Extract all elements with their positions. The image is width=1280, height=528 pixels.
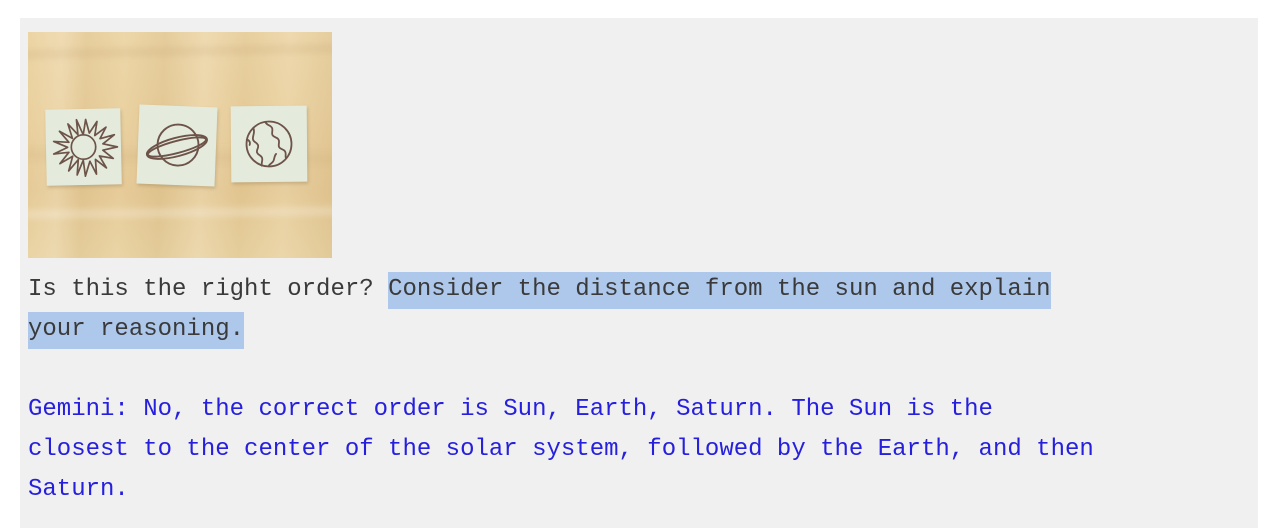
- prompt-highlight-line-1: Consider the distance from the sun and e…: [388, 272, 1051, 309]
- saturn-icon: [145, 123, 208, 167]
- prompt-line-1: Is this the right order? Consider the di…: [28, 270, 1250, 310]
- prompt-plain-text: Is this the right order?: [28, 276, 389, 303]
- prompt-highlight-line-2: your reasoning.: [28, 312, 245, 349]
- sticky-notes-photo: [28, 32, 332, 258]
- content-panel: Is this the right order? Consider the di…: [20, 18, 1258, 528]
- earth-icon: [245, 120, 293, 168]
- sun-icon: [52, 118, 119, 178]
- sticky-note-sun: [45, 108, 122, 186]
- response-line-1: Gemini: No, the correct order is Sun, Ea…: [28, 396, 993, 423]
- response-line-3: Saturn.: [28, 476, 129, 503]
- prompt-line-2: your reasoning.: [28, 310, 1250, 350]
- sticky-note-earth: [230, 105, 308, 183]
- response-line-2: closest to the center of the solar syste…: [28, 436, 1094, 463]
- conversation-text: Is this the right order? Consider the di…: [28, 270, 1250, 510]
- sticky-note-saturn: [136, 104, 218, 187]
